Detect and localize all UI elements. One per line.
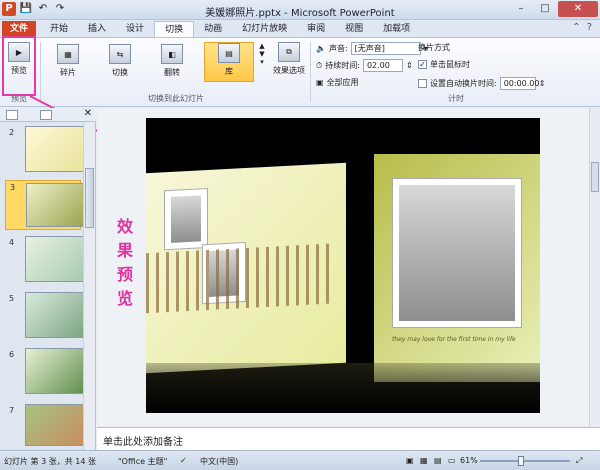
- thumbnail-slide-2[interactable]: 2: [5, 126, 85, 172]
- normal-view-icon[interactable]: ▣: [406, 456, 414, 465]
- thumbnail-image: [26, 183, 86, 227]
- close-icon[interactable]: ✕: [84, 108, 92, 119]
- slide-scrollbar[interactable]: [589, 108, 600, 426]
- outline-tab-icon[interactable]: [40, 110, 52, 120]
- effect-preview-annotation: 效 果 预 览: [115, 215, 135, 311]
- portrait-image: [171, 195, 201, 243]
- thumbnail-image: [25, 236, 85, 282]
- annotation-char: 效: [116, 217, 133, 236]
- thumbnail-image: [25, 292, 85, 338]
- slide-right-page: they may love for the first time in my l…: [374, 154, 540, 382]
- panel-tabs: ✕: [0, 108, 96, 122]
- thumbnail-slide-6[interactable]: 6: [5, 348, 85, 394]
- fit-to-window-icon[interactable]: ⤢: [576, 456, 582, 466]
- slide-left-page: [146, 162, 346, 374]
- notes-pane[interactable]: 单击此处添加备注: [97, 427, 600, 450]
- language-label[interactable]: 中文(中国): [200, 456, 238, 467]
- annotation-char: 预: [116, 265, 133, 284]
- thumbnail-image: [25, 404, 85, 446]
- slide-sorter-icon[interactable]: ▦: [420, 456, 428, 465]
- annotation-char: 览: [116, 289, 133, 308]
- photo-frame: [164, 187, 208, 251]
- zoom-slider[interactable]: [480, 460, 570, 462]
- thumbnail-number: 2: [9, 128, 15, 137]
- spellcheck-icon[interactable]: ✓: [180, 456, 187, 465]
- reading-view-icon[interactable]: ▤: [434, 456, 442, 465]
- thumbnail-image: [25, 348, 85, 394]
- theme-name: "Office 主题": [118, 457, 168, 466]
- zoom-knob[interactable]: [518, 456, 524, 466]
- fence-decoration: [146, 243, 336, 314]
- slide-caption: they may love for the first time in my l…: [392, 336, 516, 343]
- thumbnail-number: 3: [10, 183, 16, 192]
- scroll-thumb[interactable]: [591, 162, 599, 192]
- thumbnail-slide-7[interactable]: 7: [5, 404, 85, 446]
- slide-info: 幻灯片 第 3 张，共 14 张: [4, 457, 96, 466]
- thumbnail-number: 6: [9, 350, 15, 359]
- thumbnail-scrollbar[interactable]: [83, 122, 95, 450]
- thumbnail-slide-5[interactable]: 5: [5, 292, 85, 338]
- slide-thumbnails-panel: ✕ 2 3 4 5 6 7: [0, 108, 96, 450]
- portrait-image: [399, 185, 515, 321]
- thumbnail-number: 5: [9, 294, 15, 303]
- slideshow-icon[interactable]: ▭: [448, 456, 456, 465]
- photo-frame: [392, 178, 522, 328]
- notes-placeholder: 单击此处添加备注: [103, 437, 183, 448]
- thumbnail-slide-3[interactable]: 3: [5, 180, 86, 230]
- zoom-level[interactable]: 61%: [460, 456, 478, 465]
- thumbnail-number: 7: [9, 406, 15, 415]
- slides-tab-icon[interactable]: [6, 110, 18, 120]
- slide-preview[interactable]: they may love for the first time in my l…: [146, 118, 540, 413]
- floor-reflection: [146, 363, 540, 413]
- thumbnail-image: [25, 126, 85, 172]
- thumbnail-number: 4: [9, 238, 15, 247]
- thumbnail-slide-4[interactable]: 4: [5, 236, 85, 282]
- status-bar: 幻灯片 第 3 张，共 14 张 "Office 主题" ✓ 中文(中国) ▣ …: [0, 450, 600, 470]
- scroll-thumb[interactable]: [85, 168, 94, 228]
- annotation-char: 果: [116, 241, 133, 260]
